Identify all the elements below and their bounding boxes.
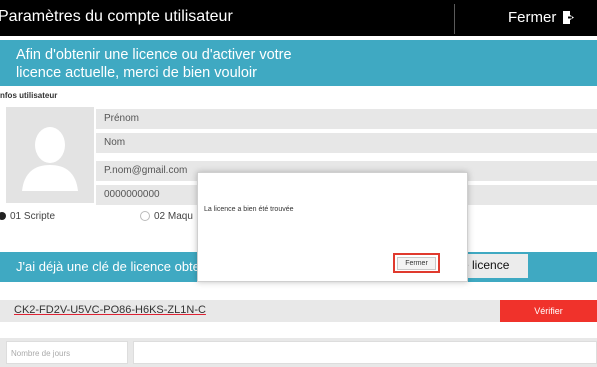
banner-line-1: Afin d'obtenir une licence ou d'activer … — [16, 47, 292, 63]
user-silhouette-icon — [22, 127, 78, 191]
info-banner: Afin d'obtenir une licence ou d'activer … — [0, 40, 597, 86]
window-title: Paramètres du compte utilisateur — [0, 8, 233, 25]
avatar[interactable] — [6, 107, 94, 203]
first-name-field[interactable]: Prénom — [96, 109, 597, 129]
exit-door-icon — [562, 10, 576, 25]
section-label-user-info: nfos utilisateur — [0, 91, 58, 100]
option-scripte[interactable]: 01 Scripte — [0, 209, 55, 223]
close-window-label: Fermer — [508, 9, 557, 26]
title-divider — [454, 4, 455, 34]
have-licence-key-text: J'ai déjà une clé de licence obte — [16, 259, 200, 274]
last-name-field[interactable]: Nom — [96, 133, 597, 153]
radio-unselected-icon[interactable] — [140, 211, 150, 221]
verify-button[interactable]: Vérifier — [500, 300, 597, 322]
dialog-message: La licence a bien été trouvée — [204, 206, 294, 213]
banner-line-2: licence actuelle, merci de bien vouloir — [16, 65, 257, 81]
licence-key-input[interactable]: CK2-FD2V-U5VC-PO86-H6KS-ZL1N-C — [14, 304, 206, 316]
secondary-input[interactable] — [133, 341, 597, 364]
dialog-close-button[interactable]: Fermer — [397, 257, 436, 270]
days-input[interactable]: Nombre de jours — [6, 341, 128, 364]
option-maquette-label: 02 Maqu — [154, 210, 193, 222]
option-scripte-label: 01 Scripte — [10, 210, 56, 222]
close-window-button[interactable]: Fermer — [508, 9, 576, 26]
radio-selected-icon[interactable] — [0, 212, 6, 220]
option-maquette[interactable]: 02 Maqu — [140, 209, 193, 223]
